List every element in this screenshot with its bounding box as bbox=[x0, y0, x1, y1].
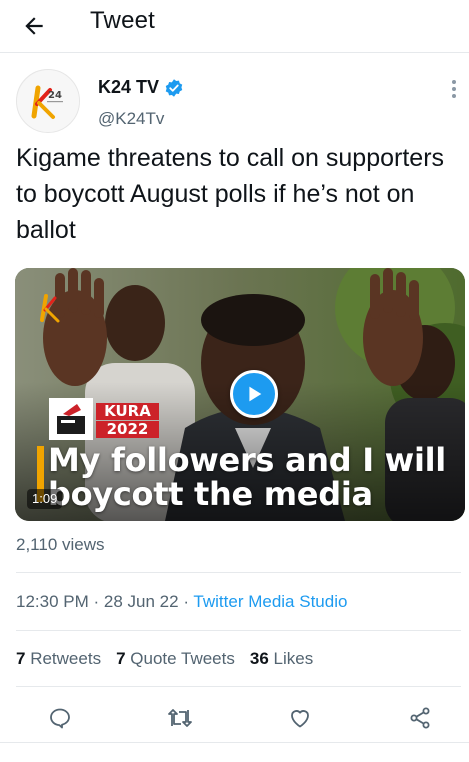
play-icon bbox=[249, 386, 262, 402]
action-bar bbox=[0, 698, 469, 738]
back-button[interactable] bbox=[14, 6, 54, 46]
likes-stat[interactable]: 36 Likes bbox=[250, 649, 313, 669]
meta-separator: · bbox=[93, 592, 100, 611]
divider bbox=[16, 686, 461, 687]
like-icon bbox=[291, 710, 309, 728]
divider bbox=[16, 572, 461, 573]
retweets-count: 7 bbox=[16, 649, 26, 668]
video-caption-line-2: boycott the media bbox=[48, 475, 373, 513]
more-dot-icon bbox=[452, 94, 456, 98]
reply-button[interactable] bbox=[46, 704, 74, 732]
top-bar: Tweet bbox=[0, 0, 469, 53]
more-options-button[interactable] bbox=[444, 78, 464, 100]
divider bbox=[16, 630, 461, 631]
reply-icon bbox=[50, 708, 70, 729]
svg-text:24: 24 bbox=[48, 90, 62, 101]
likes-count: 36 bbox=[249, 649, 269, 668]
quote-tweets-stat[interactable]: 7 Quote Tweets bbox=[116, 649, 235, 669]
like-button[interactable] bbox=[286, 704, 314, 732]
k24-logo: 24 bbox=[17, 70, 79, 132]
more-dot-icon bbox=[452, 80, 456, 84]
bottom-divider bbox=[0, 742, 469, 743]
tweet-source-link[interactable]: Twitter Media Studio bbox=[193, 592, 347, 611]
kura-badge-year: 2022 bbox=[96, 421, 159, 438]
page-title: Tweet bbox=[90, 7, 156, 34]
quote-tweets-label: Quote Tweets bbox=[130, 649, 235, 668]
quote-tweets-count: 7 bbox=[116, 649, 126, 668]
tweet-time[interactable]: 12:30 PM bbox=[16, 592, 89, 611]
tweet-meta: 12:30 PM · 28 Jun 22 · Twitter Media Stu… bbox=[16, 592, 347, 612]
play-button[interactable] bbox=[230, 370, 278, 418]
more-dot-icon bbox=[452, 87, 456, 91]
likes-label: Likes bbox=[273, 649, 314, 668]
video-player[interactable]: KURA 2022 My followers and I will boycot… bbox=[15, 268, 465, 521]
verified-badge-icon bbox=[165, 78, 183, 97]
kura-badge-word: KURA bbox=[96, 403, 159, 420]
arrow-left-icon bbox=[25, 17, 43, 35]
video-caption-line-1: My followers and I will bbox=[48, 441, 446, 479]
tweet-date[interactable]: 28 Jun 22 bbox=[104, 592, 179, 611]
author-handle[interactable]: @K24Tv bbox=[98, 109, 164, 129]
view-count: 2,110 views bbox=[16, 535, 105, 554]
retweet-icon bbox=[168, 709, 192, 727]
display-name[interactable]: K24 TV bbox=[98, 77, 159, 98]
engagement-stats: 7 Retweets 7 Quote Tweets 36 Likes bbox=[16, 649, 313, 669]
meta-separator: · bbox=[183, 592, 189, 611]
share-icon bbox=[410, 707, 430, 729]
author-name-row[interactable]: K24 TV bbox=[98, 77, 184, 98]
retweets-stat[interactable]: 7 Retweets bbox=[16, 649, 101, 669]
avatar[interactable]: 24 bbox=[16, 69, 80, 133]
share-button[interactable] bbox=[406, 704, 434, 732]
retweets-label: Retweets bbox=[30, 649, 102, 668]
tweet-text: Kigame threatens to call on supporters t… bbox=[16, 144, 445, 244]
retweet-button[interactable] bbox=[166, 704, 194, 732]
video-duration: 1:09 bbox=[27, 489, 63, 509]
